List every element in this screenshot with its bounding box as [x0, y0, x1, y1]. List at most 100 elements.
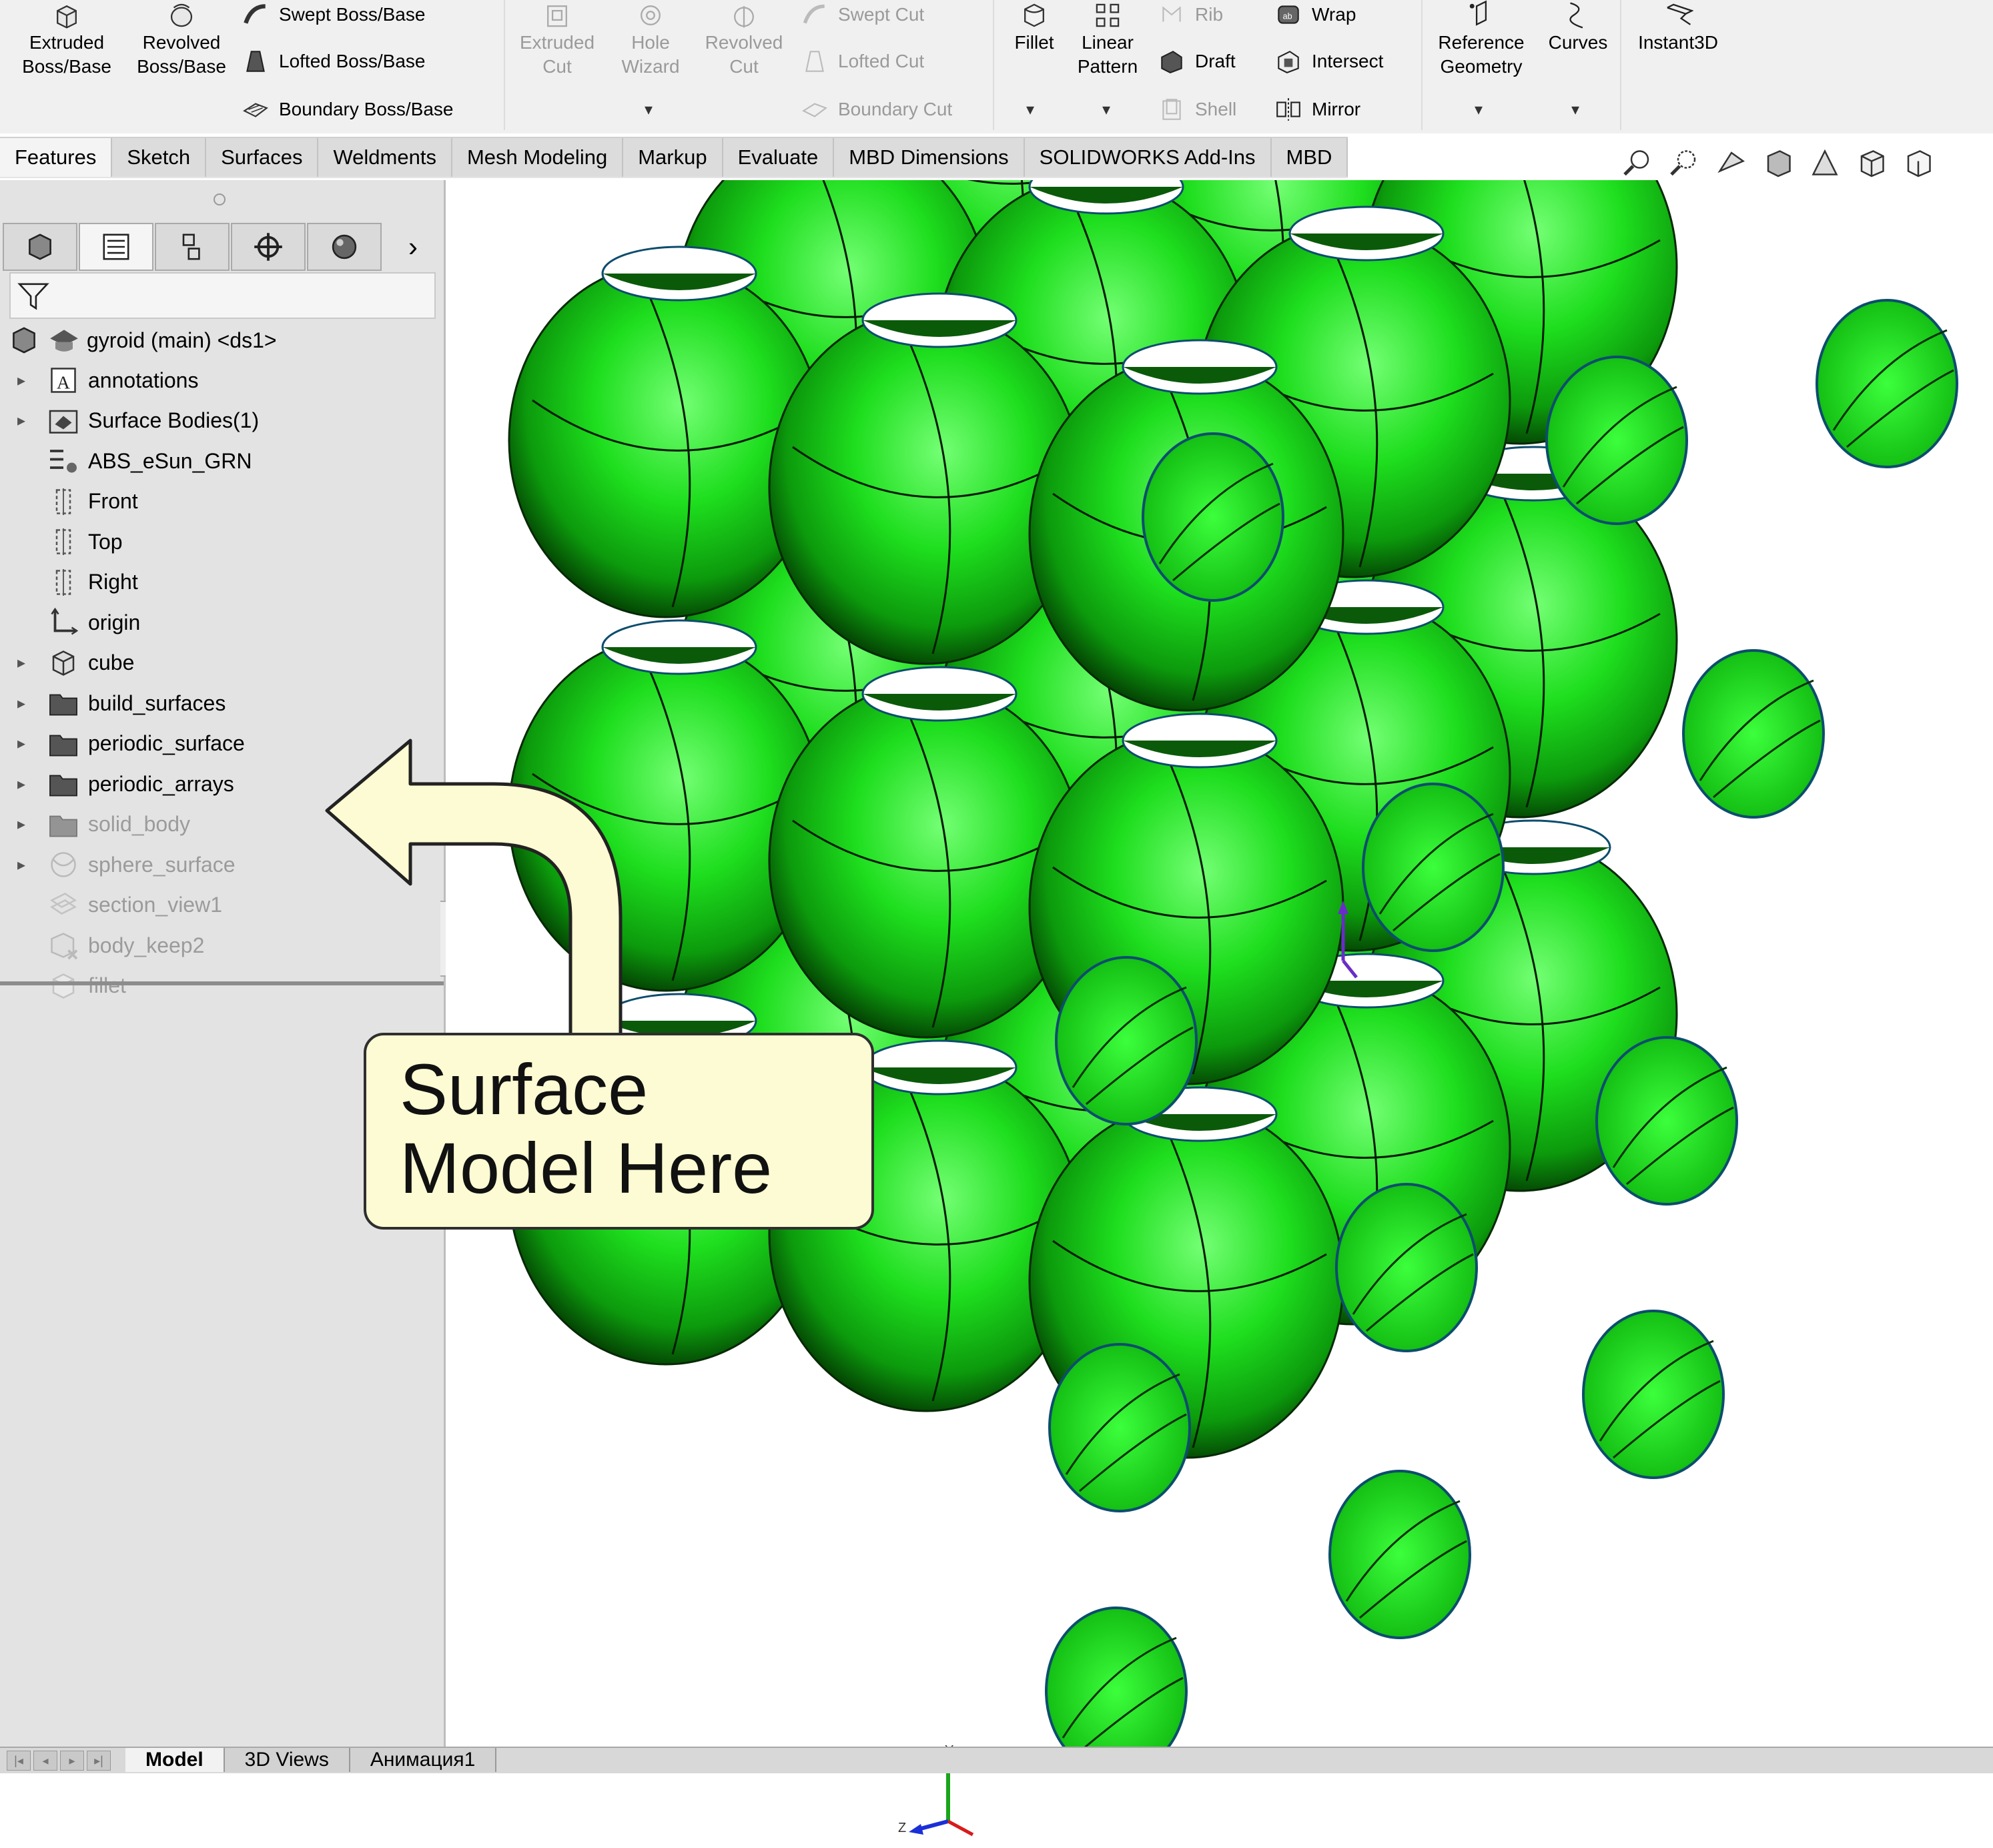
zoom-to-area-icon[interactable]: [1668, 146, 1701, 179]
curves-button[interactable]: Curves: [1541, 0, 1615, 55]
tree-item-top[interactable]: Top: [0, 522, 444, 562]
expand-arrow-icon[interactable]: ▸: [9, 815, 33, 834]
wrap-icon: ab: [1278, 5, 1299, 24]
tab-weldments[interactable]: Weldments: [318, 138, 452, 177]
next-tab-icon[interactable]: ▸: [60, 1751, 84, 1771]
reference-geometry-icon: [1469, 0, 1487, 26]
previous-view-icon[interactable]: [1715, 146, 1748, 179]
wrap-button[interactable]: ab Wrap: [1274, 0, 1356, 33]
tab-3d-views[interactable]: 3D Views: [224, 1748, 350, 1772]
tree-filter-input[interactable]: [9, 272, 436, 319]
extruded-cut-button[interactable]: Extruded Cut: [507, 0, 607, 79]
fillet-button[interactable]: Fillet: [1001, 0, 1068, 55]
section-view-icon[interactable]: [1761, 146, 1795, 179]
dimxpert-manager-icon: [254, 233, 282, 261]
expand-arrow-icon[interactable]: ▸: [9, 734, 33, 753]
draft-icon: [1161, 51, 1182, 73]
expand-arrow-icon[interactable]: ▸: [9, 694, 33, 713]
tree-root-label: gyroid (main) <ds1>: [87, 328, 277, 352]
first-tab-icon[interactable]: |◂: [7, 1751, 31, 1771]
tree-item-cube[interactable]: ▸ cube: [0, 643, 444, 684]
display-style-icon[interactable]: [1855, 146, 1888, 179]
tab-mbd-dimensions[interactable]: MBD Dimensions: [834, 138, 1025, 177]
shell-icon: [1162, 99, 1181, 120]
lofted-cut-button[interactable]: Lofted Cut: [801, 43, 924, 80]
instant3d-label: Instant3D: [1638, 32, 1718, 53]
tree-root-part[interactable]: gyroid (main) <ds1>: [7, 320, 277, 360]
lofted-cut-icon: [805, 51, 824, 72]
expand-arrow-icon[interactable]: ▸: [9, 371, 33, 390]
extruded-cut-label: Extruded Cut: [519, 32, 595, 77]
mirror-icon: [1276, 98, 1300, 121]
tab-surfaces[interactable]: Surfaces: [206, 138, 319, 177]
swept-cut-button[interactable]: Swept Cut: [801, 0, 924, 33]
ribbon-separator: [504, 0, 505, 130]
chevron-down-icon[interactable]: ▾: [1102, 100, 1110, 119]
tree-item-origin[interactable]: origin: [0, 602, 444, 643]
tree-item-build-surfaces[interactable]: ▸ build_surfaces: [0, 683, 444, 724]
shell-button[interactable]: Shell: [1158, 91, 1236, 128]
linear-pattern-button[interactable]: Linear Pattern: [1068, 0, 1148, 79]
expand-arrow-icon[interactable]: ▸: [9, 653, 33, 672]
tree-item-label: origin: [88, 610, 141, 634]
tree-item-annotations[interactable]: ▸ Aannotations: [0, 360, 444, 401]
tab-markup[interactable]: Markup: [623, 138, 723, 177]
chevron-down-icon[interactable]: ▾: [1475, 100, 1483, 119]
zoom-to-fit-icon[interactable]: [1621, 146, 1655, 179]
fillet-feature-icon: [52, 973, 75, 999]
hole-wizard-button[interactable]: Hole Wizard: [604, 0, 697, 79]
last-tab-icon[interactable]: ▸|: [87, 1751, 111, 1771]
rib-button[interactable]: Rib: [1158, 0, 1223, 33]
tree-item-abs-esun-grn[interactable]: ABS_eSun_GRN: [0, 441, 444, 482]
tree-item-right[interactable]: Right: [0, 562, 444, 603]
chevron-down-icon[interactable]: ▾: [645, 100, 653, 119]
hide-show-items-icon[interactable]: [1902, 146, 1935, 179]
cube-feature-icon: [52, 650, 75, 676]
panel-tabs-expand-button[interactable]: ›: [408, 231, 418, 263]
revolved-cut-button[interactable]: Revolved Cut: [697, 0, 791, 79]
material-icon: [50, 450, 77, 473]
ribbon-separator: [1421, 0, 1423, 130]
gyroid-surface-model[interactable]: [446, 180, 1993, 1748]
tab-mesh-modeling[interactable]: Mesh Modeling: [452, 138, 624, 177]
swept-boss-button[interactable]: Swept Boss/Base: [242, 0, 425, 33]
tree-item-surface-bodies-1[interactable]: ▸ Surface Bodies(1): [0, 401, 444, 442]
mirror-button[interactable]: Mirror: [1274, 91, 1360, 128]
extruded-boss-button[interactable]: Extruded Boss/Base: [13, 0, 120, 79]
lofted-boss-button[interactable]: Lofted Boss/Base: [242, 43, 425, 80]
chevron-down-icon[interactable]: ▾: [1026, 100, 1034, 119]
panel-splitter-handle[interactable]: [214, 193, 226, 205]
previous-tab-icon[interactable]: ◂: [33, 1751, 57, 1771]
delete-keep-body-icon: [51, 933, 78, 960]
part-icon: [13, 327, 35, 354]
surface-opening: [1545, 356, 1688, 525]
feature-manager-tab[interactable]: [3, 223, 77, 271]
expand-arrow-icon[interactable]: ▸: [9, 855, 33, 875]
intersect-button[interactable]: Intersect: [1274, 43, 1383, 80]
configuration-manager-tab[interactable]: [155, 223, 230, 271]
tab-animation1[interactable]: Анимация1: [350, 1748, 497, 1772]
revolved-boss-button[interactable]: Revolved Boss/Base: [128, 0, 235, 79]
dimxpert-manager-tab[interactable]: [231, 223, 306, 271]
surface-bodies-icon: [49, 410, 78, 434]
tab-sketch[interactable]: Sketch: [112, 138, 207, 177]
view-orientation-icon[interactable]: [1808, 146, 1842, 179]
callout-line-1: Surface: [400, 1049, 649, 1129]
boundary-boss-button[interactable]: Boundary Boss/Base: [242, 91, 454, 128]
tab-mbd[interactable]: MBD: [1271, 138, 1348, 177]
expand-arrow-icon[interactable]: ▸: [9, 411, 33, 430]
boundary-cut-button[interactable]: Boundary Cut: [801, 91, 952, 128]
draft-button[interactable]: Draft: [1158, 43, 1236, 80]
property-manager-tab[interactable]: [79, 223, 153, 271]
chevron-down-icon[interactable]: ▾: [1571, 100, 1579, 119]
tree-item-front[interactable]: Front: [0, 482, 444, 522]
tab-features[interactable]: Features: [0, 138, 113, 177]
graphics-area[interactable]: Y Z: [446, 180, 1993, 1837]
tab-model[interactable]: Model: [125, 1748, 225, 1772]
expand-arrow-icon[interactable]: ▸: [9, 775, 33, 794]
display-manager-tab[interactable]: [307, 223, 382, 271]
tab-evaluate[interactable]: Evaluate: [723, 138, 835, 177]
reference-geometry-button[interactable]: Reference Geometry: [1428, 0, 1535, 79]
instant3d-button[interactable]: Instant3D: [1628, 0, 1728, 55]
tab-solidworks-add-ins[interactable]: SOLIDWORKS Add-Ins: [1024, 138, 1272, 177]
